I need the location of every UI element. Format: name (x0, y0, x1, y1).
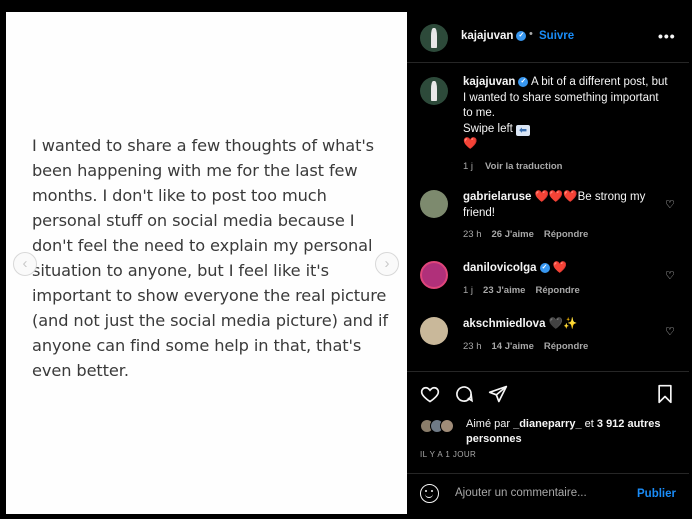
follow-button[interactable]: Suivre (539, 30, 574, 42)
comment-meta: 23 h 26 J'aime Répondre (463, 227, 658, 243)
header-username[interactable]: kajajuvan ✓ (461, 30, 527, 42)
comment-likes[interactable]: 14 J'aime (492, 341, 534, 352)
heart-outline-icon[interactable]: ♡ (665, 325, 675, 338)
reply-button[interactable]: Répondre (544, 341, 588, 352)
bookmark-icon[interactable] (656, 384, 674, 408)
likes-prefix: Aimé par (466, 418, 511, 430)
heart-outline-icon[interactable]: ♡ (665, 269, 675, 282)
post-image[interactable]: I wanted to share a few thoughts of what… (6, 12, 407, 514)
comment-time[interactable]: 23 h (463, 229, 482, 240)
comment-username[interactable]: akschmiedlova (463, 318, 545, 330)
image-text-line: anyone can find some help in that, that'… (32, 336, 362, 355)
image-text-line: been happening with me for the last few (32, 161, 358, 180)
comment-likes[interactable]: 26 J'aime (492, 229, 534, 240)
image-text-line: personal stuff on social media because I (32, 211, 355, 230)
left-arrow-emoji: ⬅ (516, 124, 531, 136)
post-sidebar: kajajuvan ✓ • Suivre ••• kajajuvan ✓ A bit… (407, 12, 689, 514)
comment-time[interactable]: 23 h (463, 341, 482, 352)
comment-body: gabrielaruse ❤️❤️❤️Be strong my friend! … (463, 190, 658, 243)
comment-meta: 23 h 14 J'aime Répondre (463, 339, 658, 355)
post-timestamp[interactable]: IL Y A 1 JOUR (420, 450, 476, 459)
avatar[interactable] (420, 317, 448, 345)
verified-badge-icon: ✓ (539, 262, 550, 273)
image-text-line: months. I don't like to post too much (32, 186, 327, 205)
liked-by-username[interactable]: _dianeparry_ (513, 418, 581, 430)
heart-emoji: ❤️ (463, 138, 478, 150)
add-comment-bar: Publier (407, 473, 689, 515)
caption-text-swipe: Swipe left (463, 122, 513, 135)
translate-link[interactable]: Voir la traduction (485, 161, 562, 172)
comment-body: akschmiedlova 🖤✨ 23 h 14 J'aime Répondre (463, 317, 658, 354)
image-text-line: situation to anyone, but I feel like it'… (32, 261, 329, 280)
verified-badge-icon: ✓ (516, 30, 527, 41)
avatar (440, 419, 454, 433)
comment-likes[interactable]: 23 J'aime (483, 285, 525, 296)
image-text-line: I wanted to share a few thoughts of what… (32, 136, 375, 155)
post-header: kajajuvan ✓ • Suivre ••• (407, 12, 689, 63)
post-image-text: I wanted to share a few thoughts of what… (32, 133, 392, 383)
reply-button[interactable]: Répondre (535, 285, 579, 296)
comment-time[interactable]: 1 j (463, 285, 473, 296)
likes-text: Aimé par _dianeparry_ et 3 912 autres pe… (466, 417, 686, 447)
image-text-line: even better. (32, 361, 129, 380)
avatar[interactable] (420, 24, 448, 52)
reply-button[interactable]: Répondre (544, 229, 588, 240)
comment-body: danilovicolga ✓ ❤️ 1 j 23 J'aime Répondre (463, 261, 658, 298)
comment-username[interactable]: danilovicolga (463, 262, 537, 274)
post-actions: Aimé par _dianeparry_ et 3 912 autres pe… (407, 371, 689, 514)
share-icon[interactable] (488, 384, 508, 408)
image-text-line: important to show everyone the real pict… (32, 286, 387, 305)
comment-username[interactable]: gabrielaruse (463, 191, 531, 203)
caption-time[interactable]: 1 j (463, 161, 473, 172)
comment-text: ❤️ (552, 262, 568, 274)
chevron-left-icon[interactable]: ‹ (13, 252, 37, 276)
comment-icon[interactable] (454, 384, 474, 408)
avatar[interactable] (420, 190, 448, 218)
avatar[interactable] (420, 261, 448, 289)
chevron-right-icon[interactable]: › (375, 252, 399, 276)
heart-outline-icon[interactable] (420, 384, 440, 408)
caption-meta: 1 j Voir la traduction (463, 159, 668, 175)
smiley-icon[interactable] (420, 484, 439, 503)
likes-connector: et (584, 418, 594, 430)
more-horizontal-icon[interactable]: ••• (658, 28, 676, 44)
heart-outline-icon[interactable]: ♡ (665, 198, 675, 211)
post-modal: I wanted to share a few thoughts of what… (6, 12, 689, 514)
caption-username[interactable]: kajajuvan (463, 76, 515, 88)
image-text-line: (and not just the social media picture) … (32, 311, 389, 330)
publish-button[interactable]: Publier (637, 488, 676, 500)
comment-text: 🖤✨ (548, 318, 578, 330)
image-text-line: don't feel the need to explain my person… (32, 236, 373, 255)
caption-body: kajajuvan ✓ A bit of a different post, bu… (463, 75, 668, 174)
avatar[interactable] (420, 77, 448, 105)
comment-input[interactable] (455, 487, 625, 499)
comment-meta: 1 j 23 J'aime Répondre (463, 283, 658, 299)
verified-badge-icon: ✓ (518, 76, 529, 87)
separator-dot: • (529, 28, 533, 40)
